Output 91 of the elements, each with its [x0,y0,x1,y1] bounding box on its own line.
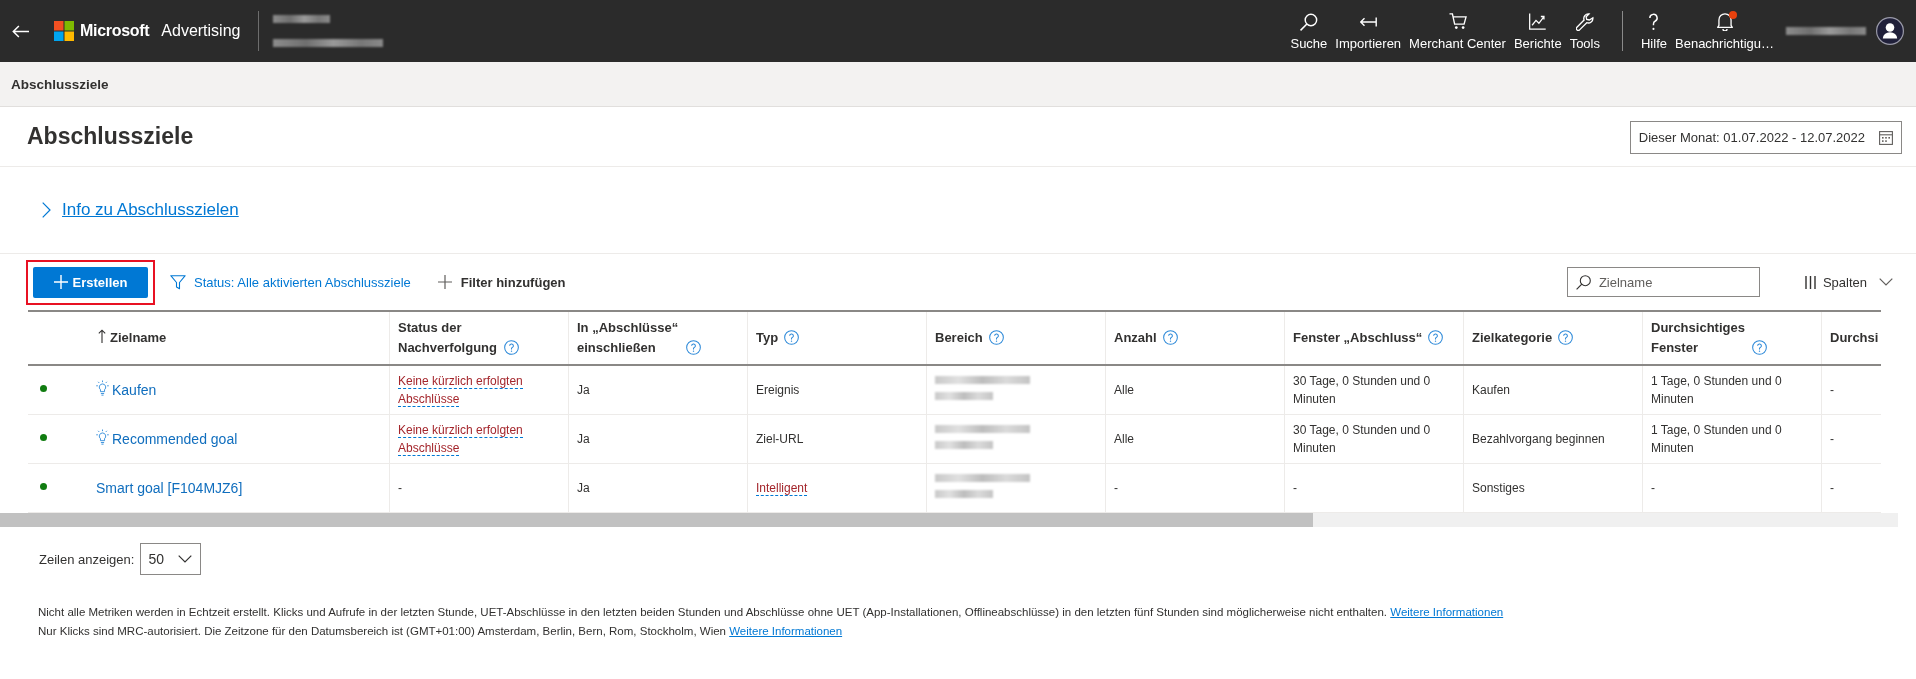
calendar-icon [1879,130,1893,145]
question-mark-icon [1649,12,1659,31]
help-icon[interactable] [988,330,1004,345]
wrench-icon [1575,12,1594,31]
column-header[interactable]: Zielkategorie [1472,328,1553,348]
help-icon[interactable] [784,330,800,345]
logo-icon [54,21,74,41]
column-header[interactable]: Status der Nachverfolgung [398,318,498,358]
table-cell: 30 Tage, 0 Stunden und 0 Minuten [1284,366,1463,414]
table-cell: Ja [568,464,747,512]
help-icon[interactable] [686,340,701,355]
create-button[interactable]: Erstellen [33,266,148,298]
column-header[interactable]: In „Abschlüsse“ einschließen [577,318,680,358]
product-name: Advertising [161,22,241,40]
horizontal-scrollbar[interactable] [0,513,1898,527]
vertical-bars-icon [1804,275,1816,289]
help-icon[interactable] [1162,330,1178,345]
chevron-down-icon [1879,278,1893,286]
date-range-picker[interactable]: Dieser Monat: 01.07.2022 - 12.07.2022 [1629,121,1902,154]
help-icon[interactable] [1558,330,1574,345]
table-cell: Alle [1105,366,1284,414]
bell-icon [1716,12,1733,31]
cart-icon [1448,13,1467,30]
search-icon [1299,12,1318,31]
table-cell: Ja [568,366,747,414]
goal-name-link[interactable]: Recommended goal [112,430,238,448]
table-cell: - [1105,464,1284,512]
more-info-link[interactable]: Weitere Informationen [1390,606,1504,618]
plus-icon [437,275,452,289]
nav-button[interactable]: Tools [1565,0,1604,62]
plus-icon [53,275,68,289]
nav-button[interactable]: Berichte [1509,0,1566,62]
line-chart-icon [1529,13,1547,30]
funnel-icon [170,274,186,290]
info-link[interactable]: Info zu Abschlusszielen [62,200,239,220]
nav-button[interactable]: Suche [1286,0,1332,62]
column-header[interactable]: Zielname [110,328,167,348]
table-cell: Bezahlvorgang beginnen [1463,415,1642,463]
table-cell: - [1821,415,1881,463]
breadcrumb-item[interactable]: Abschlussziele [11,76,109,92]
table-cell: Ereignis [747,366,926,414]
help-icon[interactable] [1428,330,1444,345]
column-header[interactable]: Typ [756,328,779,348]
column-header[interactable]: Durchsichtiges Fenster [1651,318,1746,358]
table-cell: Kaufen [1463,366,1642,414]
table-cell: Keine kürzlich erfolgten Abschlüsse [389,415,568,463]
add-filter-button[interactable]: Filter hinzufügen [437,274,566,290]
column-header[interactable]: Bereich [935,328,983,348]
table-cell: Alle [1105,415,1284,463]
table-cell: - [1821,366,1881,414]
table-cell: - [389,464,568,512]
rows-per-page-dropdown[interactable]: 50 [140,543,202,575]
table-cell: Ziel-URL [747,415,926,463]
columns-button[interactable]: Spalten [1804,274,1893,290]
table-cell: Ja [568,415,747,463]
brand-name: Microsoft [80,22,150,40]
scrollbar-thumb[interactable] [0,513,1313,527]
goal-name-link[interactable]: Smart goal [F104MJZ6] [96,479,243,497]
back-arrow-icon[interactable] [12,24,29,38]
chevron-right-icon[interactable] [42,202,51,218]
help-icon[interactable] [1752,340,1767,355]
more-info-link[interactable]: Weitere Informationen [729,625,843,637]
nav-button[interactable]: Merchant Center [1405,0,1510,62]
chevron-down-icon [178,555,193,563]
table-cell: 1 Tage, 0 Stunden und 0 Minuten [1642,366,1821,414]
nav-button[interactable]: Importieren [1331,0,1406,62]
status-filter-button[interactable]: Status: Alle aktivierten Abschlussziele [170,274,411,290]
page-title: Abschlussziele [27,123,194,150]
table-cell: - [1642,464,1821,512]
nav-button[interactable]: Benachrichtigu… [1671,0,1778,62]
column-header[interactable]: Durchsi [1830,328,1879,348]
nav-button[interactable]: Hilfe [1637,0,1671,62]
goal-name-link[interactable]: Kaufen [112,381,157,399]
search-icon [1575,275,1591,290]
arrow-up-icon[interactable] [98,329,106,343]
table-cell: Intelligent [747,464,926,512]
search-field[interactable]: Zielname [1566,267,1760,297]
table-cell: - [1821,464,1881,512]
table-cell: Keine kürzlich erfolgten Abschlüsse [389,366,568,414]
table-cell: - [1284,464,1463,512]
arrow-left-icon [1359,16,1377,27]
column-header[interactable]: Anzahl [1114,328,1157,348]
avatar-icon[interactable] [1876,17,1904,45]
help-icon[interactable] [504,340,519,355]
rows-per-page-label: Zeilen anzeigen: [39,551,135,567]
footer-note: Nicht alle Metriken werden in Echtzeit erstellt. Klicks und Aufrufe in der letzten Stunde, UET-Abschlüsse in den letzten beiden Stunden und Abschlüsse ohne UET (App-Installationen, Offlineabschlüsse) in den letzten fünf Stunden sind möglicherweise nicht enthalten. Weitere Informationen [38,605,1504,620]
table-cell: Sonstiges [1463,464,1642,512]
table-cell: 30 Tage, 0 Stunden und 0 Minuten [1284,415,1463,463]
column-header[interactable]: Fenster „Abschluss“ [1293,328,1423,348]
table-cell: 1 Tage, 0 Stunden und 0 Minuten [1642,415,1821,463]
footer-note: Nur Klicks sind MRC-autorisiert. Die Zeitzone für den Datumsbereich ist (GMT+01:00) Amsterdam, Berlin, Bern, Rom, Stockholm, Wien Weitere Informationen [38,624,843,639]
